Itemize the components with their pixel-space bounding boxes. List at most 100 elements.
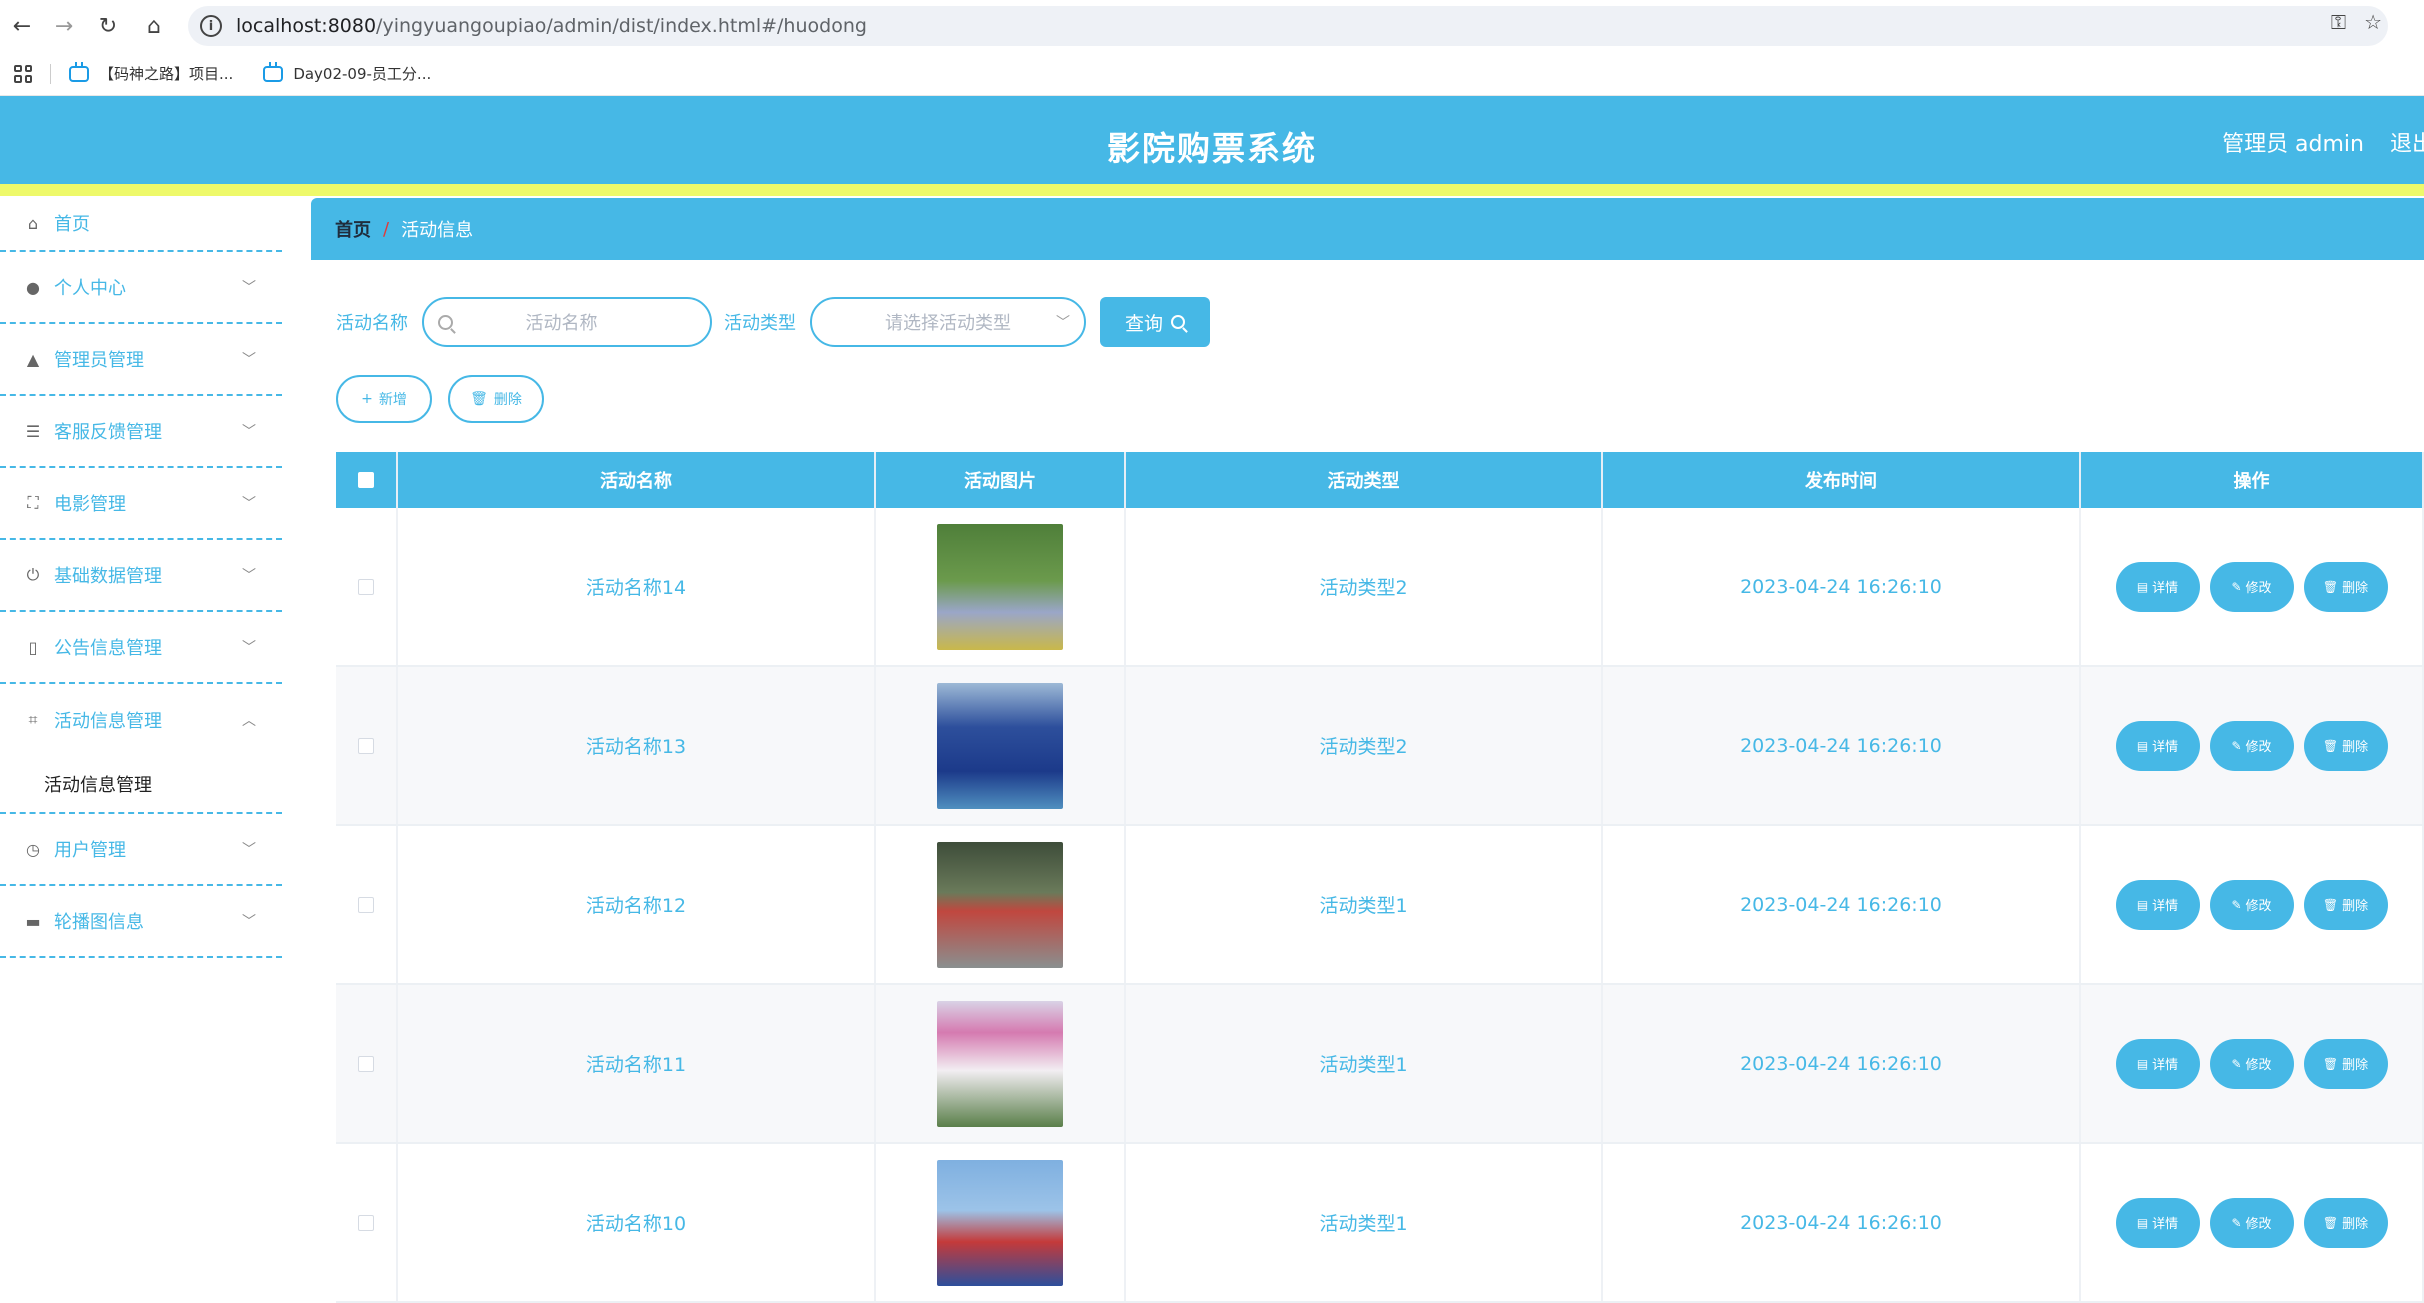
edit-label: 修改 <box>2245 899 2272 914</box>
edit-button[interactable]: ✎ 修改 <box>2209 1197 2294 1248</box>
pencil-icon: ✎ <box>2231 1056 2242 1071</box>
name-search-input[interactable]: 活动名称 <box>422 297 712 347</box>
fullscreen-icon: ⛶ <box>27 493 39 512</box>
app-header: 影院购票系统 管理员 admin 退出 <box>0 96 2424 184</box>
sidebar-item-label: 活动信息管理 <box>54 711 162 732</box>
address-bar[interactable]: i localhost:8080/yingyuangoupiao/admin/d… <box>188 6 2388 46</box>
delete-button[interactable]: 🗑 删除 <box>2303 879 2388 930</box>
logout-link[interactable]: 退出 <box>2390 126 2424 158</box>
sidebar-item-users[interactable]: ◷ 用户管理 ﹀ <box>0 814 282 886</box>
publish-time: 2023-04-24 16:26:10 <box>1740 575 1942 598</box>
detail-button[interactable]: ▤ 详情 <box>2115 1038 2200 1089</box>
publish-time-cell: 2023-04-24 16:26:10 <box>1603 985 2081 1142</box>
sidebar-item-movie[interactable]: ⛶ 电影管理 ﹀ <box>0 468 282 540</box>
sidebar-item-label: 用户管理 <box>54 840 126 861</box>
query-button[interactable]: 查询 <box>1100 297 1210 347</box>
delete-button[interactable]: 🗑 删除 <box>2303 720 2388 771</box>
type-select-placeholder: 请选择活动类型 <box>885 313 1011 334</box>
activity-name: 活动名称12 <box>585 895 687 917</box>
column-header: 发布时间 <box>1603 452 2081 508</box>
activity-image[interactable] <box>937 841 1063 968</box>
edit-label: 修改 <box>2245 1217 2272 1232</box>
operation-cell: ▤ 详情 ✎ 修改 🗑 删除 <box>2081 985 2424 1142</box>
back-icon[interactable]: ← <box>6 10 38 42</box>
activity-type-cell: 活动类型1 <box>1126 1144 1603 1301</box>
edit-button[interactable]: ✎ 修改 <box>2209 879 2294 930</box>
add-button[interactable]: + 新增 <box>336 375 432 423</box>
delete-button[interactable]: 🗑 删除 <box>2303 1038 2388 1089</box>
submenu-activity-manage[interactable]: 活动信息管理 <box>0 756 282 814</box>
select-all-checkbox[interactable] <box>358 472 374 488</box>
breadcrumb-home[interactable]: 首页 <box>335 216 371 242</box>
bookmark-item[interactable]: 【码神之路】项目... <box>69 61 233 84</box>
bookmark-item[interactable]: Day02-09-员工分... <box>263 61 431 84</box>
row-select-cell <box>336 826 398 983</box>
sidebar-item-activity[interactable]: ⌗ 活动信息管理 ︿ <box>0 684 282 756</box>
activity-image[interactable] <box>937 523 1063 650</box>
row-checkbox[interactable] <box>358 1055 374 1072</box>
table-row: 活动名称10 活动类型1 2023-04-24 16:26:10 ▤ 详情 ✎ 修改… <box>336 1144 2424 1303</box>
row-checkbox[interactable] <box>358 1214 374 1231</box>
mic-icon: ▯ <box>28 637 38 657</box>
edit-button[interactable]: ✎ 修改 <box>2209 720 2294 771</box>
sidebar-item-basedata[interactable]: ⏻ 基础数据管理 ﹀ <box>0 540 282 612</box>
sidebar-item-feedback[interactable]: ☰ 客服反馈管理 ﹀ <box>0 396 282 468</box>
chevron-down-icon: ﹀ <box>242 914 256 930</box>
apps-grid-icon[interactable] <box>14 64 32 83</box>
list-icon: ☰ <box>25 421 41 441</box>
column-header: 活动名称 <box>398 452 876 508</box>
batch-delete-button[interactable]: 🗑 删除 <box>448 375 544 423</box>
pencil-icon: ✎ <box>2231 1215 2242 1230</box>
detail-button[interactable]: ▤ 详情 <box>2115 561 2200 612</box>
home-browser-icon[interactable]: ⌂ <box>138 10 170 42</box>
sidebar-item-carousel[interactable]: ▬ 轮播图信息 ﹀ <box>0 886 282 958</box>
activity-image[interactable] <box>937 1000 1063 1127</box>
sidebar-item-label: 基础数据管理 <box>54 566 162 587</box>
detail-button[interactable]: ▤ 详情 <box>2115 1197 2200 1248</box>
table-row: 活动名称13 活动类型2 2023-04-24 16:26:10 ▤ 详情 ✎ 修改… <box>336 667 2424 826</box>
row-checkbox[interactable] <box>358 737 374 754</box>
search-icon <box>438 314 453 330</box>
sidebar-item-label: 管理员管理 <box>54 350 144 371</box>
detail-label: 详情 <box>2152 1217 2179 1232</box>
tv-icon <box>69 61 89 82</box>
password-key-icon[interactable]: ⚿ <box>2331 10 2346 34</box>
delete-label: 删除 <box>2342 740 2369 755</box>
detail-button[interactable]: ▤ 详情 <box>2115 720 2200 771</box>
sidebar-item-home[interactable]: ⌂ 首页 <box>0 196 282 252</box>
query-button-label: 查询 <box>1124 312 1163 335</box>
chevron-down-icon: ﹀ <box>242 640 256 656</box>
delete-button[interactable]: 🗑 删除 <box>2303 1197 2388 1248</box>
trash-icon: 🗑 <box>2322 897 2339 912</box>
breadcrumb-current: 活动信息 <box>401 220 474 241</box>
column-header: 活动类型 <box>1126 452 1603 508</box>
edit-button[interactable]: ✎ 修改 <box>2209 1038 2294 1089</box>
activity-type-cell: 活动类型2 <box>1126 667 1603 824</box>
edit-label: 修改 <box>2245 581 2272 596</box>
site-info-icon[interactable]: i <box>200 15 222 37</box>
url-text: localhost:8080/yingyuangoupiao/admin/dis… <box>236 15 867 37</box>
search-form: 活动名称 活动名称 活动类型 请选择活动类型 ﹀ 查询 <box>336 296 1210 348</box>
forward-icon[interactable]: → <box>48 10 80 42</box>
sidebar-item-profile[interactable]: ● 个人中心 ﹀ <box>0 252 282 324</box>
activity-image[interactable] <box>937 1159 1063 1286</box>
sidebar-item-notice[interactable]: ▯ 公告信息管理 ﹀ <box>0 612 282 684</box>
reload-icon[interactable]: ↻ <box>92 10 124 42</box>
activity-name-cell: 活动名称10 <box>398 1144 876 1301</box>
delete-button[interactable]: 🗑 删除 <box>2303 561 2388 612</box>
edit-button[interactable]: ✎ 修改 <box>2209 561 2294 612</box>
row-checkbox[interactable] <box>358 578 374 595</box>
document-icon: ▤ <box>2136 738 2149 753</box>
bookmark-star-icon[interactable]: ☆ <box>2364 10 2382 34</box>
sidebar-item-admin[interactable]: ▲ 管理员管理 ﹀ <box>0 324 282 396</box>
chevron-down-icon: ﹀ <box>1056 315 1070 331</box>
activity-image[interactable] <box>937 682 1063 809</box>
detail-button[interactable]: ▤ 详情 <box>2115 879 2200 930</box>
user-icon: ● <box>26 277 40 297</box>
chevron-up-icon: ︿ <box>242 713 256 729</box>
row-checkbox[interactable] <box>358 896 374 913</box>
bookmarks-divider <box>50 63 51 84</box>
activity-image-cell <box>876 985 1126 1142</box>
row-select-cell <box>336 985 398 1142</box>
type-select[interactable]: 请选择活动类型 ﹀ <box>810 297 1086 347</box>
